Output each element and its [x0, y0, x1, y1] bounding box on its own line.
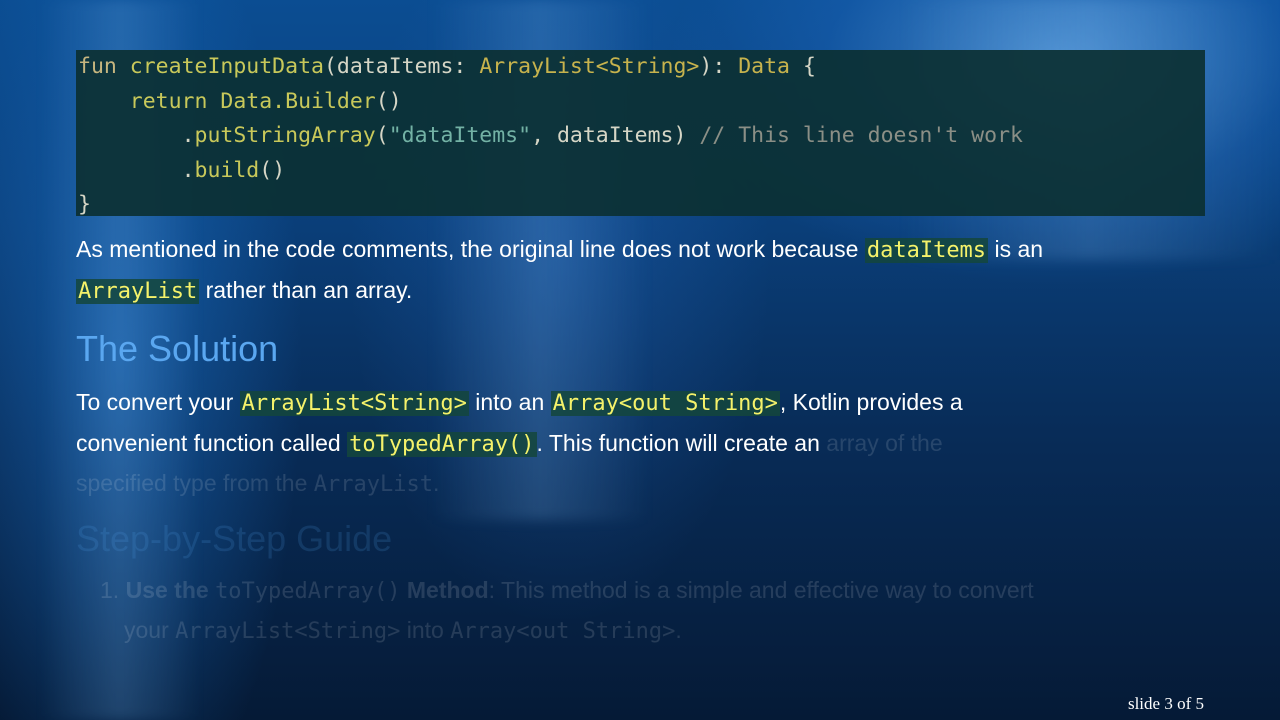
code-line-4: .build(): [76, 154, 1205, 189]
slide-indicator: slide 3 of 5: [1127, 694, 1204, 713]
inline-code: ArrayList<String>: [239, 391, 469, 416]
code-token: }: [78, 192, 91, 217]
code-token: Data.Builder: [220, 88, 376, 114]
guide-text: your: [124, 617, 176, 643]
code-token: (): [375, 88, 402, 114]
code-token: fun: [78, 54, 117, 79]
code-token: {: [790, 54, 816, 79]
code-token: Data: [738, 54, 790, 79]
code-token: build: [194, 157, 260, 183]
solution-heading: The Solution: [76, 328, 279, 369]
code-line-5: }: [76, 188, 1205, 223]
code-token: ArrayList<String>: [479, 54, 700, 79]
faded-inline-code: toTypedArray(): [215, 579, 401, 604]
inline-code: dataItems: [864, 238, 989, 263]
guide-bold-text: Use the: [125, 577, 216, 603]
list-number: 1.: [100, 577, 120, 603]
code-token: dataItems: [336, 54, 454, 79]
inline-code: Array<out String>: [550, 391, 780, 416]
code-block: fun createInputData(dataItems: ArrayList…: [76, 50, 1205, 217]
code-line-1: fun createInputData(dataItems: ArrayList…: [76, 50, 1205, 85]
code-token: (): [259, 157, 286, 183]
guide-text: : This method is a simple and effective …: [488, 577, 1034, 603]
faded-inline-code: ArrayList: [313, 472, 434, 497]
code-token: (: [375, 123, 389, 148]
paragraph-text: convenient function called: [76, 429, 348, 456]
code-token: .: [181, 157, 195, 183]
code-token: ):: [699, 54, 739, 79]
solution-paragraph: To convert your ArrayList<String> into a…: [76, 383, 1216, 505]
guide-list-item: 1. Use the toTypedArray() Method: This m…: [100, 571, 1210, 651]
guide-text: .: [675, 617, 682, 643]
code-token: "dataItems": [388, 123, 532, 148]
code-token: return: [129, 88, 208, 114]
code-token: createInputData: [129, 54, 324, 79]
code-token: :: [453, 54, 480, 79]
paragraph-text: To convert your: [76, 389, 240, 415]
explanation-paragraph: As mentioned in the code comments, the o…: [76, 230, 1216, 311]
faded-inline-code: Array<out String>: [450, 619, 676, 644]
code-line-3: .putStringArray("dataItems", dataItems) …: [76, 119, 1205, 154]
paragraph-text: rather than an array.: [199, 276, 413, 303]
paragraph-text: As mentioned in the code comments, the o…: [76, 236, 865, 262]
paragraph-text: into an: [468, 389, 551, 415]
guide-bold-text: Method: [400, 577, 489, 603]
faded-text: specified type from the: [76, 470, 314, 496]
guide-text: into: [400, 617, 451, 643]
faded-text: array of the: [826, 429, 943, 456]
paragraph-text: is an: [988, 236, 1044, 262]
code-line-2: return Data.Builder(): [76, 85, 1205, 120]
guide-heading: Step-by-Step Guide: [76, 518, 393, 559]
inline-code: toTypedArray(): [347, 431, 537, 457]
inline-code: ArrayList: [76, 278, 200, 304]
code-token: .: [181, 123, 195, 148]
code-token: putStringArray: [194, 123, 376, 148]
faded-text: .: [433, 470, 440, 496]
code-token: , dataItems): [531, 123, 700, 148]
code-token: (: [323, 54, 337, 79]
paragraph-text: , Kotlin provides a: [779, 389, 963, 415]
paragraph-text: . This function will create an: [536, 429, 827, 456]
code-comment: // This line doesn't work: [699, 123, 1023, 148]
faded-inline-code: ArrayList<String>: [175, 619, 401, 644]
